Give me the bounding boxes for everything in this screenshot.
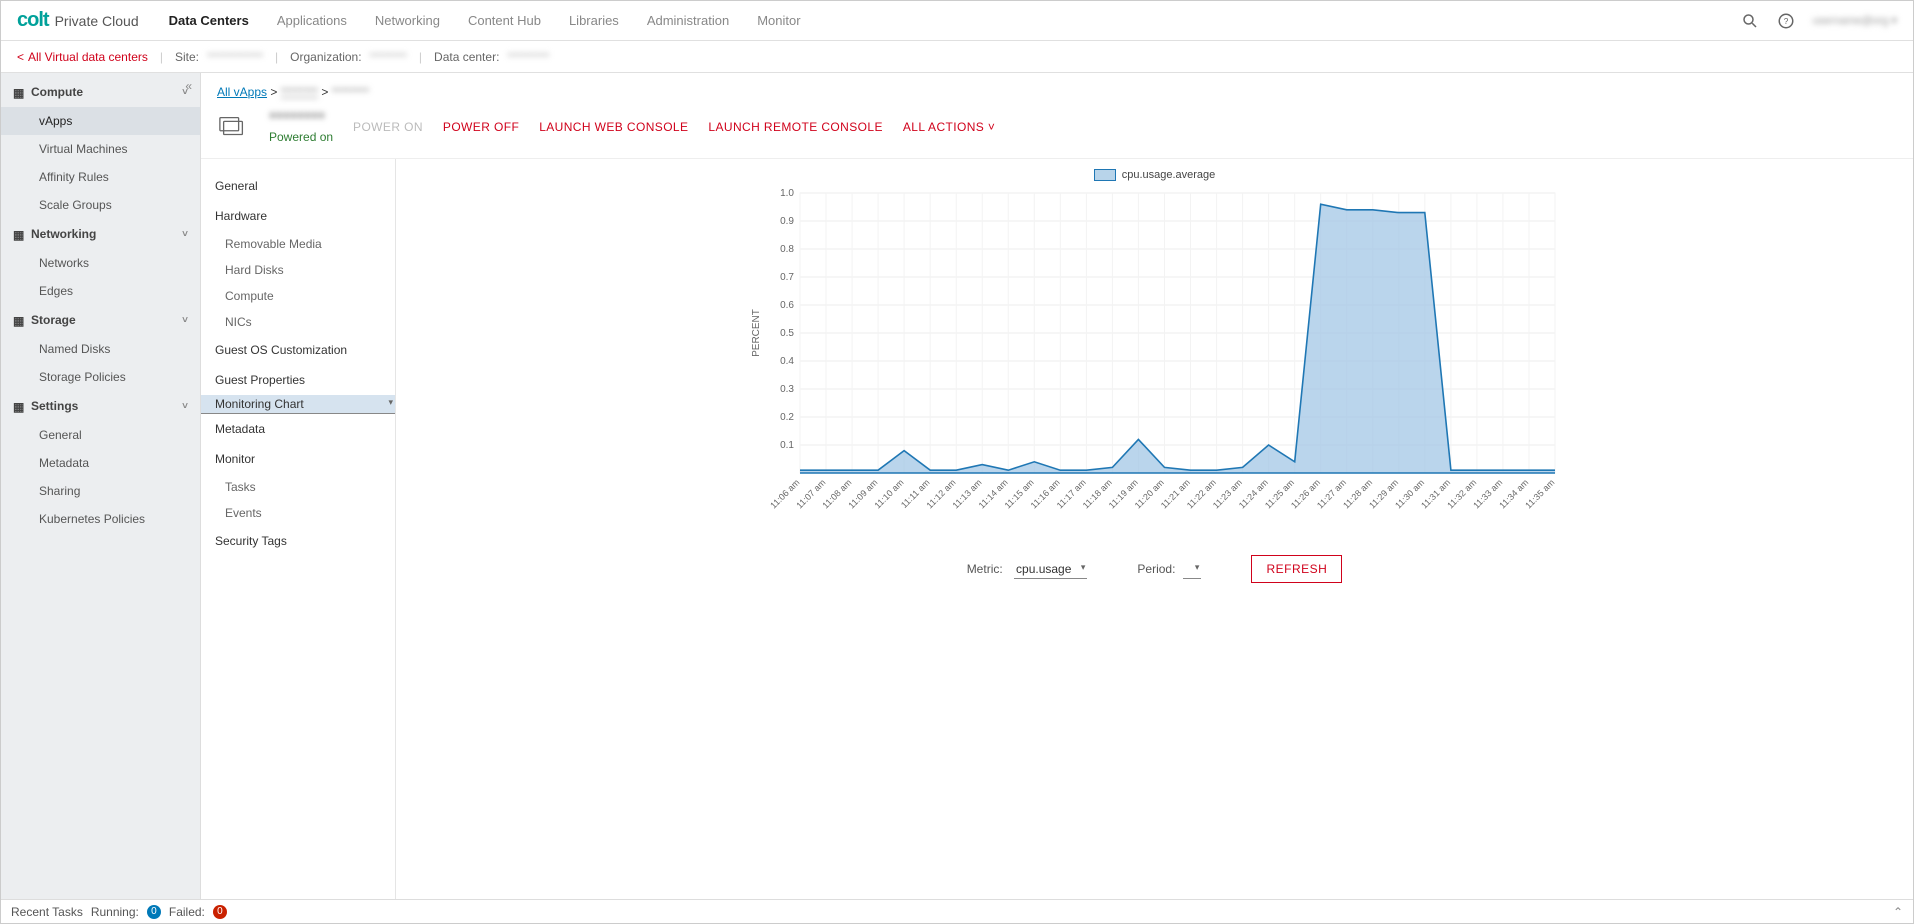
nav-data-centers[interactable]: Data Centers — [169, 13, 249, 28]
svg-text:0.1: 0.1 — [780, 440, 794, 451]
sidebar-item-kubernetes-policies[interactable]: Kubernetes Policies — [1, 505, 200, 533]
help-icon[interactable]: ? — [1776, 11, 1796, 31]
legend-label: cpu.usage.average — [1122, 169, 1216, 181]
vm-name: ******** — [269, 109, 333, 130]
refresh-button[interactable]: REFRESH — [1251, 555, 1342, 583]
primary-nav: Data Centers Applications Networking Conten… — [169, 13, 801, 28]
cpu-usage-chart: 0.10.20.30.40.50.60.70.80.91.0PERCENT11:… — [745, 183, 1565, 543]
sidebar-item-general[interactable]: General — [1, 421, 200, 449]
sidebar-group-storage[interactable]: ▦Storage˅ — [1, 305, 200, 335]
action-power-off[interactable]: POWER OFF — [443, 120, 519, 134]
subpanel-hardware[interactable]: Hardware — [201, 201, 395, 231]
subpanel-security-tags[interactable]: Security Tags — [201, 526, 395, 556]
dc-value: ********* — [507, 50, 549, 64]
footer-expand-icon[interactable]: ⌃ — [1893, 905, 1903, 919]
svg-text:0.2: 0.2 — [780, 412, 794, 423]
sidebar-item-named-disks[interactable]: Named Disks — [1, 335, 200, 363]
sidebar-item-networks[interactable]: Networks — [1, 249, 200, 277]
subpanel-monitor[interactable]: Monitor — [201, 444, 395, 474]
running-label: Running: — [91, 905, 139, 919]
subpanel-monitoring-chart[interactable]: Monitoring Chart — [201, 395, 395, 414]
product-name: Private Cloud — [55, 13, 139, 29]
search-icon[interactable] — [1740, 11, 1760, 31]
org-label: Organization: — [290, 50, 361, 64]
sidebar-item-storage-policies[interactable]: Storage Policies — [1, 363, 200, 391]
site-label: Site: — [175, 50, 199, 64]
vm-status: Powered on — [269, 130, 333, 144]
context-bar: < All Virtual data centers | Site:******… — [1, 41, 1913, 73]
vm-header: ******** Powered on POWER ON POWER OFF LAU… — [201, 103, 1913, 159]
nav-networking[interactable]: Networking — [375, 13, 440, 28]
breadcrumb-mid[interactable]: ******** — [281, 85, 318, 99]
metric-select[interactable]: cpu.usage — [1014, 560, 1087, 579]
subpanel-guest-os-customization[interactable]: Guest OS Customization — [201, 335, 395, 365]
footer: Recent Tasks Running: 0 Failed: 0 ⌃ — [1, 899, 1913, 923]
subpanel-removable-media[interactable]: Removable Media — [201, 231, 395, 257]
detail-subpanel: GeneralHardwareRemovable MediaHard Disks… — [201, 159, 396, 899]
svg-text:PERCENT: PERCENT — [751, 309, 762, 357]
sidebar-collapse-icon[interactable]: « — [185, 79, 192, 93]
sidebar-item-affinity-rules[interactable]: Affinity Rules — [1, 163, 200, 191]
logo: colt — [17, 9, 49, 32]
subpanel-hard-disks[interactable]: Hard Disks — [201, 257, 395, 283]
period-select[interactable] — [1183, 560, 1201, 579]
dc-label: Data center: — [434, 50, 499, 64]
subpanel-events[interactable]: Events — [201, 500, 395, 526]
org-value: ******** — [370, 50, 407, 64]
site-value: ************ — [207, 50, 263, 64]
subpanel-tasks[interactable]: Tasks — [201, 474, 395, 500]
subpanel-nics[interactable]: NICs — [201, 309, 395, 335]
svg-text:1.0: 1.0 — [780, 188, 794, 199]
top-bar: colt Private Cloud Data Centers Applicati… — [1, 1, 1913, 41]
svg-text:0.4: 0.4 — [780, 356, 794, 367]
nav-content-hub[interactable]: Content Hub — [468, 13, 541, 28]
vm-icon — [217, 111, 249, 143]
running-count: 0 — [147, 905, 161, 919]
sidebar-item-sharing[interactable]: Sharing — [1, 477, 200, 505]
svg-text:0.5: 0.5 — [780, 328, 794, 339]
subpanel-compute[interactable]: Compute — [201, 283, 395, 309]
nav-monitor[interactable]: Monitor — [757, 13, 800, 28]
breadcrumb-leaf: ******** — [332, 85, 369, 99]
nav-applications[interactable]: Applications — [277, 13, 347, 28]
svg-text:0.8: 0.8 — [780, 244, 794, 255]
action-launch-remote-console[interactable]: LAUNCH REMOTE CONSOLE — [708, 120, 882, 134]
sidebar-group-settings[interactable]: ▦Settings˅ — [1, 391, 200, 421]
sidebar-item-scale-groups[interactable]: Scale Groups — [1, 191, 200, 219]
metric-label: Metric: — [967, 562, 1003, 576]
chart-legend: cpu.usage.average — [1094, 169, 1216, 181]
sidebar-item-vapps[interactable]: vApps — [1, 107, 200, 135]
sidebar: « ▦Compute˅vAppsVirtual MachinesAffinity… — [1, 73, 201, 899]
subpanel-general[interactable]: General — [201, 171, 395, 201]
breadcrumb: All vApps > ******** > ******** — [201, 73, 1913, 103]
svg-text:0.7: 0.7 — [780, 272, 794, 283]
period-label: Period: — [1137, 562, 1175, 576]
svg-text:0.9: 0.9 — [780, 216, 794, 227]
action-power-on: POWER ON — [353, 120, 423, 134]
subpanel-guest-properties[interactable]: Guest Properties — [201, 365, 395, 395]
recent-tasks-label[interactable]: Recent Tasks — [11, 905, 83, 919]
sidebar-group-networking[interactable]: ▦Networking˅ — [1, 219, 200, 249]
user-menu[interactable]: username@org ▾ — [1812, 14, 1897, 27]
failed-count: 0 — [213, 905, 227, 919]
action-all-actions[interactable]: ALL ACTIONS ˅ — [903, 120, 995, 134]
back-link[interactable]: < All Virtual data centers — [17, 50, 148, 64]
svg-text:0.6: 0.6 — [780, 300, 794, 311]
action-launch-web-console[interactable]: LAUNCH WEB CONSOLE — [539, 120, 688, 134]
breadcrumb-root[interactable]: All vApps — [217, 85, 267, 99]
nav-libraries[interactable]: Libraries — [569, 13, 619, 28]
sidebar-item-metadata[interactable]: Metadata — [1, 449, 200, 477]
nav-administration[interactable]: Administration — [647, 13, 729, 28]
legend-swatch — [1094, 169, 1116, 181]
sidebar-group-compute[interactable]: ▦Compute˅ — [1, 77, 200, 107]
svg-text:0.3: 0.3 — [780, 384, 794, 395]
sidebar-item-virtual-machines[interactable]: Virtual Machines — [1, 135, 200, 163]
sidebar-item-edges[interactable]: Edges — [1, 277, 200, 305]
failed-label: Failed: — [169, 905, 205, 919]
subpanel-metadata[interactable]: Metadata — [201, 414, 395, 444]
svg-text:?: ? — [1784, 17, 1789, 26]
